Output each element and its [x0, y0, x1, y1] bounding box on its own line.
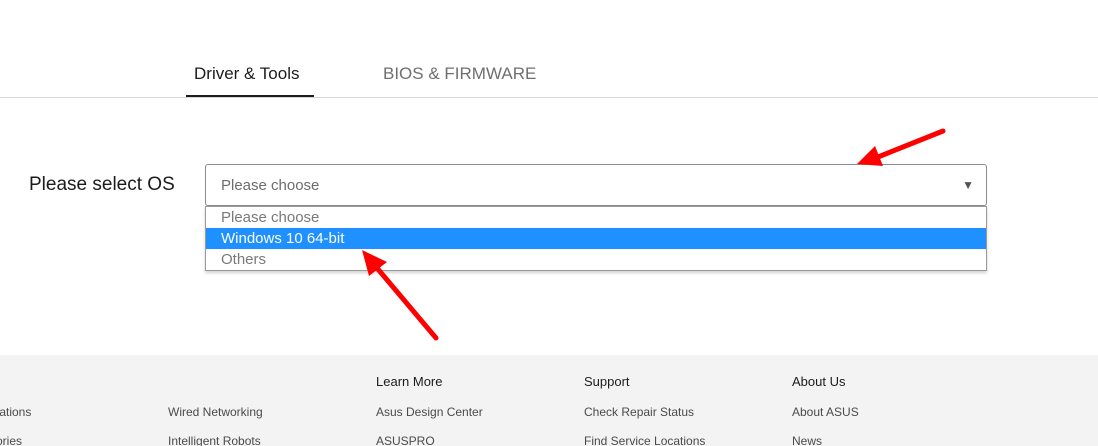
footer-link[interactable]: tations — [0, 404, 31, 420]
footer-link-asuspro[interactable]: ASUSPRO — [376, 433, 435, 446]
tab-driver-tools[interactable]: Driver & Tools — [194, 63, 300, 85]
active-tab-indicator — [186, 95, 314, 97]
os-option-windows-10-64bit[interactable]: Windows 10 64-bit — [206, 228, 986, 249]
tab-bar: Driver & Tools BIOS & FIRMWARE — [0, 0, 1098, 98]
tab-bios-firmware[interactable]: BIOS & FIRMWARE — [383, 63, 536, 85]
footer-heading-about-us: About Us — [792, 374, 846, 389]
os-option-others[interactable]: Others — [206, 249, 986, 270]
os-select-value: Please choose — [221, 177, 320, 194]
os-dropdown-list: Please choose Windows 10 64-bit Others — [205, 206, 987, 271]
footer-heading-learn-more: Learn More — [376, 374, 443, 389]
os-select[interactable]: Please choose ▼ — [205, 164, 987, 206]
footer-link[interactable]: ories — [0, 433, 22, 446]
footer-link-wired-networking[interactable]: Wired Networking — [168, 404, 263, 420]
footer-link-check-repair-status[interactable]: Check Repair Status — [584, 404, 694, 420]
os-select-label: Please select OS — [29, 174, 175, 195]
chevron-down-icon: ▼ — [962, 178, 974, 192]
footer-link-about-asus[interactable]: About ASUS — [792, 404, 859, 420]
os-option-please-choose[interactable]: Please choose — [206, 207, 986, 228]
site-footer: tations ories Wired Networking Intellige… — [0, 355, 1098, 446]
footer-link-news[interactable]: News — [792, 433, 822, 446]
footer-link-find-service-locations[interactable]: Find Service Locations — [584, 433, 705, 446]
footer-link-intelligent-robots[interactable]: Intelligent Robots — [168, 433, 261, 446]
footer-heading-support: Support — [584, 374, 630, 389]
footer-link-asus-design-center[interactable]: Asus Design Center — [376, 404, 483, 420]
annotation-arrow-top-icon — [857, 128, 946, 166]
